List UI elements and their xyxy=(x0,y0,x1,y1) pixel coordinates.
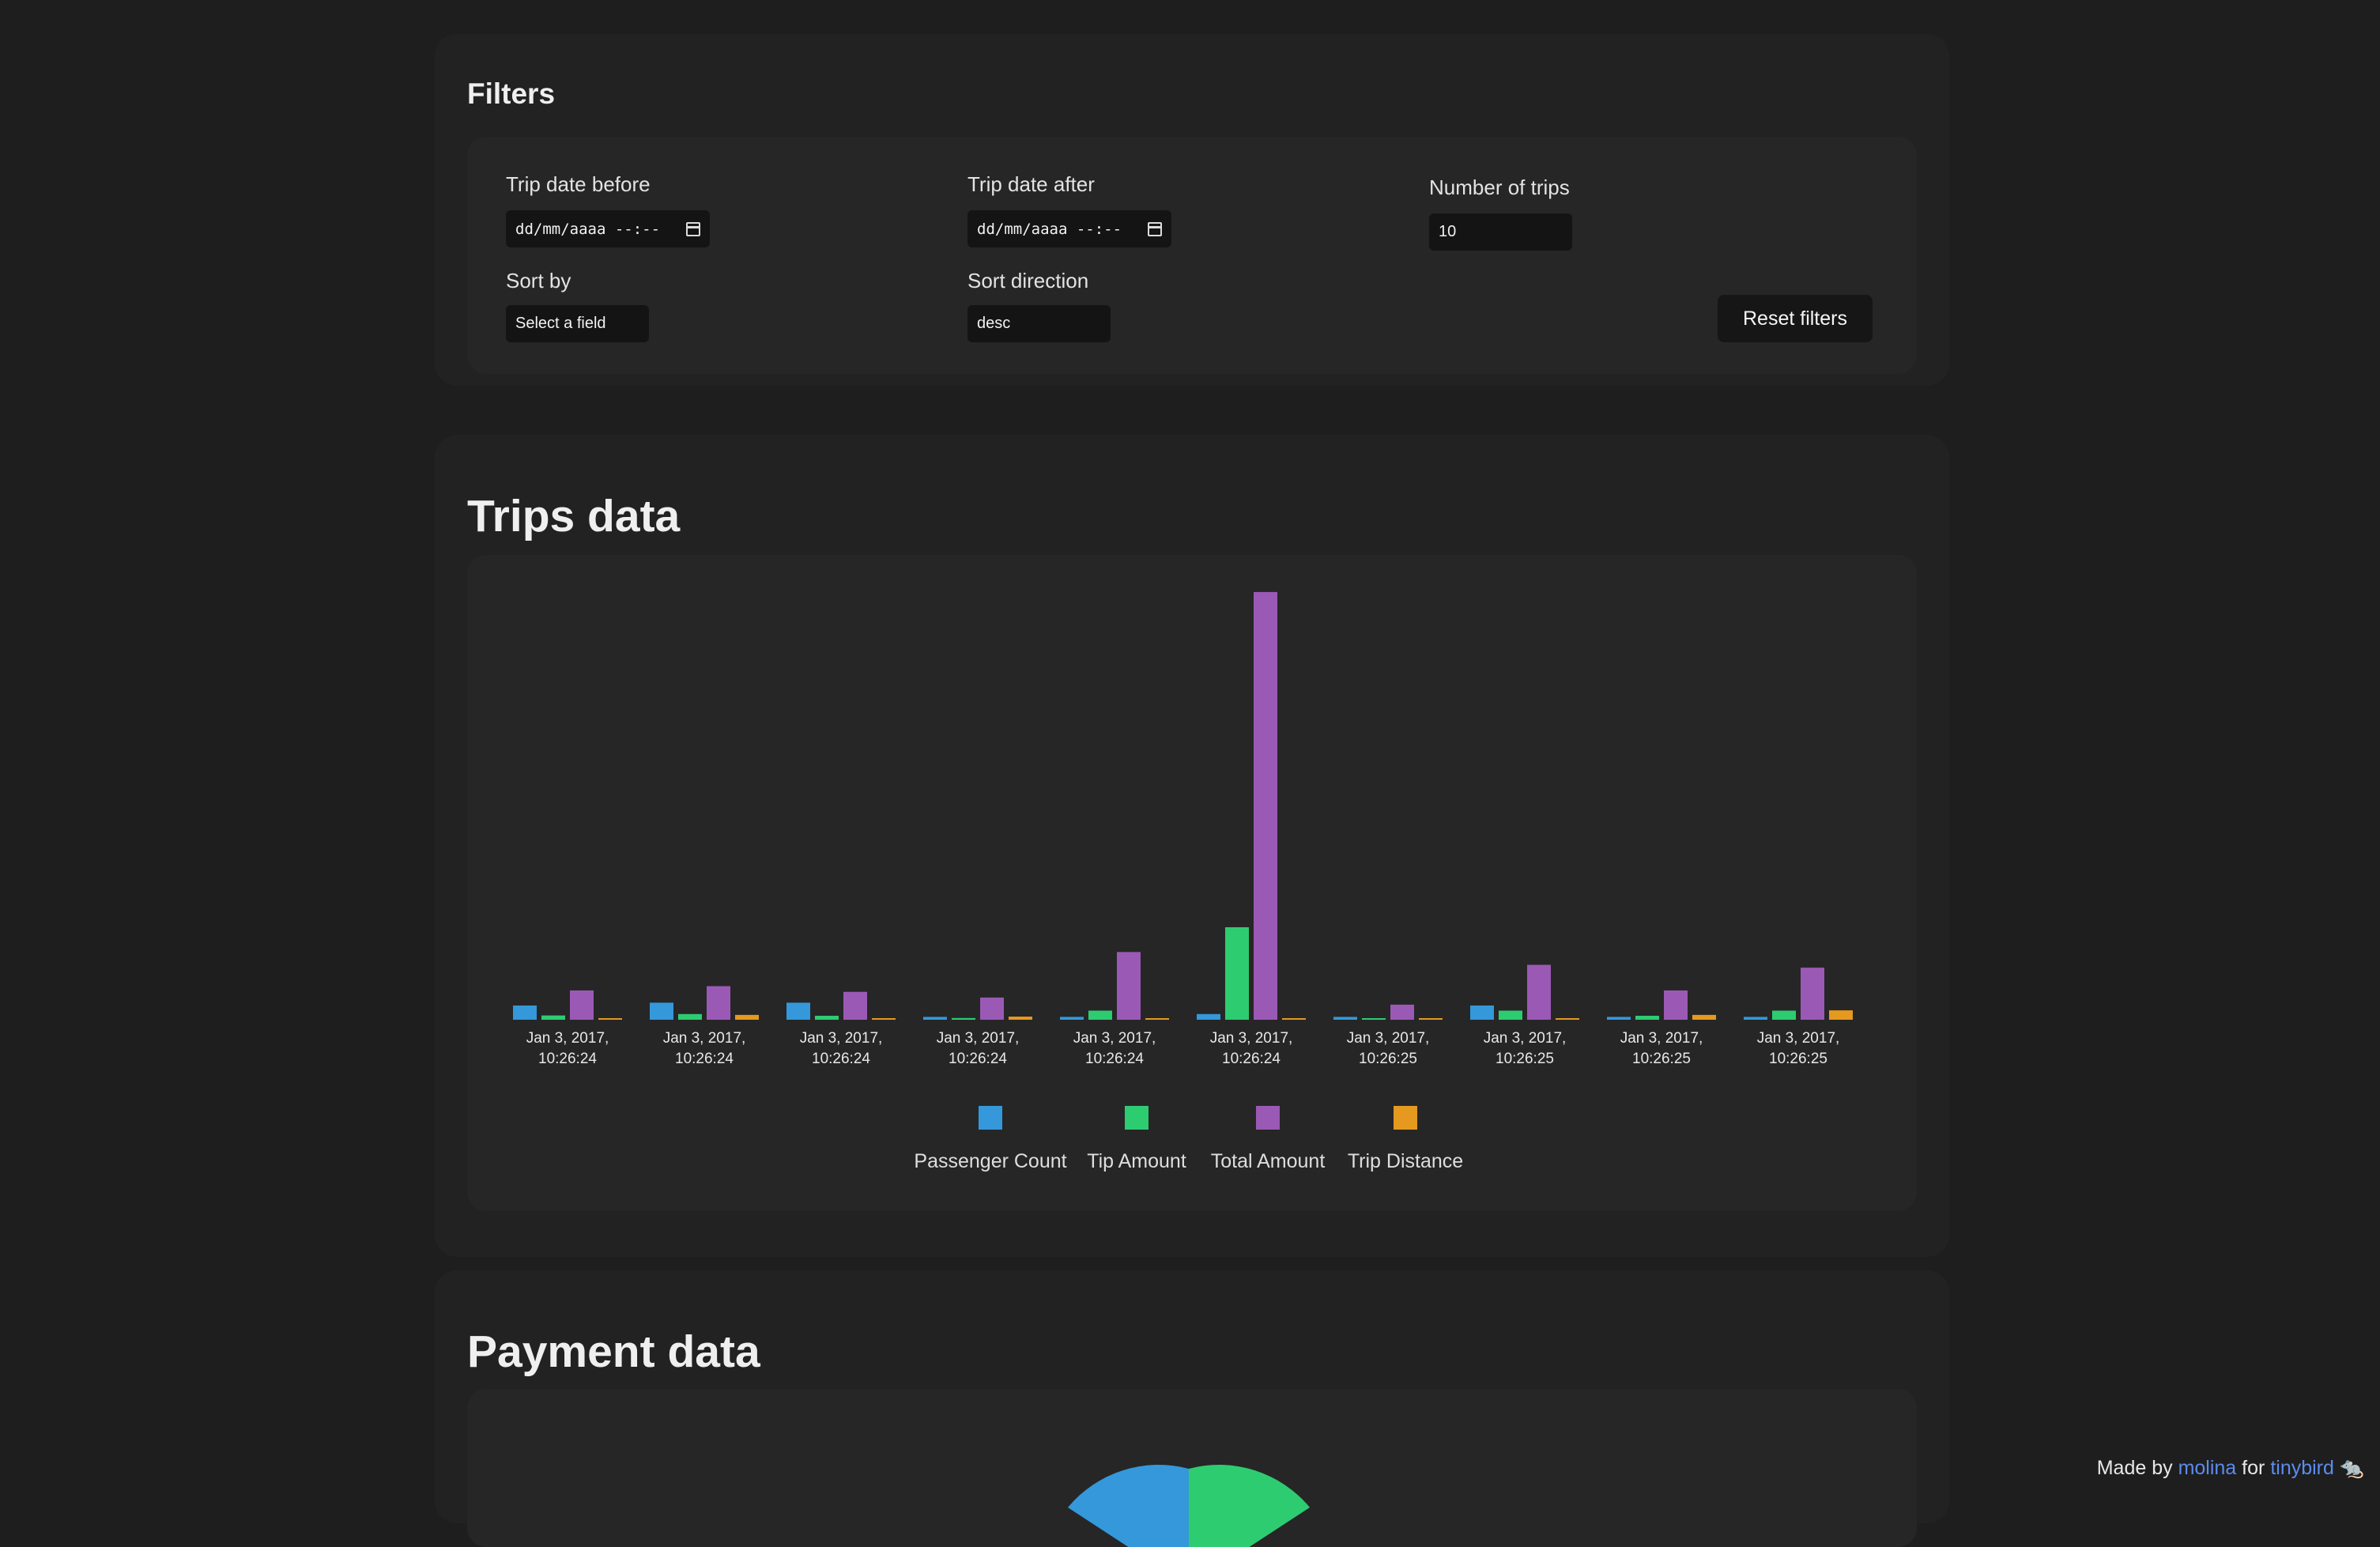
number-of-trips-value: 10 xyxy=(1439,223,1457,240)
number-of-trips-input[interactable]: 10 xyxy=(1429,213,1572,251)
brand-link[interactable]: tinybird xyxy=(2270,1457,2334,1479)
author-link[interactable]: molina xyxy=(2178,1457,2237,1479)
trip-date-after-value: dd/mm/aaaa --:-- xyxy=(977,220,1122,238)
legend-swatch xyxy=(1256,1106,1280,1130)
legend-item-passenger-count[interactable]: Passenger Count xyxy=(911,1106,1069,1173)
payment-pie-chart xyxy=(1068,1465,1310,1547)
pie-slice xyxy=(1189,1465,1310,1547)
calendar-icon[interactable] xyxy=(686,221,700,236)
trips-chart-card: Jan 3, 2017, 10:26:24 Jan 3, 2017, 10:26:24… xyxy=(467,555,1917,1211)
chart-legend: Passenger Count Tip Amount Total Amount Tri… xyxy=(467,555,1917,1211)
sort-direction-select[interactable]: desc xyxy=(967,305,1111,342)
trips-section: Trips data Jan 3, 2017, 10:26:24 Jan 3, 20… xyxy=(435,435,1949,1257)
tinybird-logo-icon: 🐀 xyxy=(2339,1457,2364,1479)
sort-direction-label: Sort direction xyxy=(967,269,1089,292)
legend-label: Passenger Count xyxy=(914,1150,1067,1172)
trip-date-after-input[interactable]: dd/mm/aaaa --:-- xyxy=(967,210,1171,247)
filters-card: Trip date before dd/mm/aaaa --:-- Trip d… xyxy=(467,137,1917,374)
reset-filters-button[interactable]: Reset filters xyxy=(1718,295,1873,342)
sort-by-value: Select a field xyxy=(515,315,606,332)
legend-label: Trip Distance xyxy=(1347,1150,1464,1172)
trip-date-before-label: Trip date before xyxy=(506,172,651,196)
legend-swatch xyxy=(1394,1106,1417,1130)
payment-title: Payment data xyxy=(467,1326,760,1377)
legend-swatch xyxy=(979,1106,1002,1130)
number-of-trips-label: Number of trips xyxy=(1429,175,1570,199)
sort-by-label: Sort by xyxy=(506,269,571,292)
legend-label: Total Amount xyxy=(1210,1150,1326,1172)
sort-direction-value: desc xyxy=(977,315,1011,332)
for-text: for xyxy=(2242,1457,2265,1479)
trip-date-before-value: dd/mm/aaaa --:-- xyxy=(515,220,661,238)
calendar-icon[interactable] xyxy=(1148,221,1162,236)
trip-date-after-label: Trip date after xyxy=(967,172,1095,196)
pie-slice xyxy=(1068,1465,1189,1547)
legend-item-trip-distance[interactable]: Trip Distance xyxy=(1326,1106,1484,1173)
payment-section: Payment data xyxy=(435,1270,1949,1547)
trips-title: Trips data xyxy=(467,491,681,541)
sort-by-select[interactable]: Select a field xyxy=(506,305,649,342)
made-by-text: Made by xyxy=(2096,1457,2173,1479)
footer-credit: Made by molina for tinybird 🐀 xyxy=(2097,1457,2364,1480)
legend-item-total-amount[interactable]: Total Amount xyxy=(1189,1106,1347,1173)
filters-section: Filters Trip date before dd/mm/aaaa --:-… xyxy=(435,34,1949,386)
payment-chart-card xyxy=(467,1389,1917,1547)
legend-swatch xyxy=(1125,1106,1149,1130)
trip-date-before-input[interactable]: dd/mm/aaaa --:-- xyxy=(506,210,710,247)
filters-title: Filters xyxy=(467,77,556,110)
